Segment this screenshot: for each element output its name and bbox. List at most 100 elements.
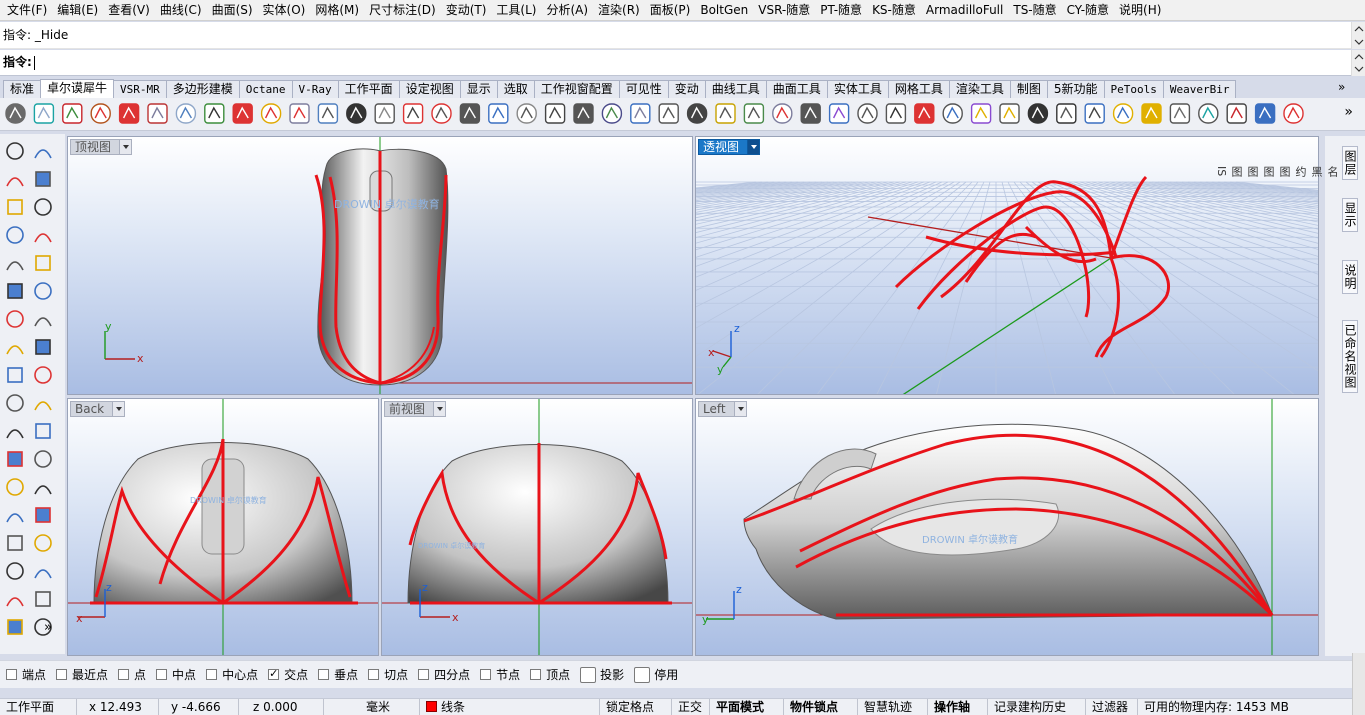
toolbar-tool-icon[interactable] [1283, 103, 1304, 124]
toolbar-tool-icon[interactable] [488, 103, 509, 124]
toolbar-tool-icon[interactable] [1254, 103, 1276, 124]
menu-item[interactable]: VSR-随意 [753, 0, 815, 21]
toolbar-tool-icon[interactable] [346, 103, 367, 124]
left-tool-icon[interactable] [34, 149, 52, 159]
left-tool-icon[interactable] [35, 591, 51, 607]
menu-item[interactable]: CY-随意 [1062, 0, 1114, 21]
toolbar-tool-icon[interactable] [5, 103, 26, 124]
toolbar-tool-icon[interactable] [431, 103, 452, 124]
osnap-option[interactable]: 四分点 [418, 666, 470, 683]
menu-item[interactable]: ArmadilloFull [921, 0, 1008, 21]
toolbar-tool-icon[interactable] [1027, 103, 1049, 124]
osnap-extra-option[interactable]: 投影 [580, 666, 624, 683]
toolbar-tool-icon[interactable] [885, 103, 907, 124]
menu-item[interactable]: 面板(P) [645, 0, 696, 21]
menu-item[interactable]: 工具(L) [491, 0, 541, 21]
command-input[interactable]: 指令: [0, 50, 1365, 76]
toolbar-tool-icon[interactable] [1141, 103, 1162, 124]
menu-item[interactable]: 曲线(C) [155, 0, 207, 21]
osnap-extra-checkbox[interactable] [580, 666, 597, 683]
status-filter[interactable]: 过滤器 [1086, 698, 1138, 715]
osnap-option[interactable]: 节点 [480, 666, 520, 683]
left-tool-icon[interactable] [6, 394, 24, 412]
menu-item[interactable]: 分析(A) [541, 0, 593, 21]
toolbar-tool-icon[interactable] [1084, 103, 1105, 124]
toolbar-tool-icon[interactable] [260, 103, 282, 124]
toolbar-tool-icon[interactable] [914, 103, 935, 124]
left-tool-icon[interactable] [34, 569, 52, 579]
osnap-option[interactable]: 端点 [6, 666, 46, 683]
left-tool-icon[interactable] [7, 619, 23, 635]
status-history[interactable]: 记录建构历史 [988, 698, 1086, 715]
osnap-option[interactable]: 中点 [156, 666, 196, 683]
toolbar-more-button[interactable]: » [1344, 104, 1353, 120]
toolbar-tool-icon[interactable] [147, 103, 168, 124]
toolbar-tab[interactable]: 5新功能 [1046, 80, 1105, 98]
toolbar-tool-icon[interactable] [857, 103, 878, 124]
toolbar-tab[interactable]: 标准 [3, 80, 42, 98]
left-tool-icon[interactable] [35, 171, 51, 187]
toolbar-tab[interactable]: 工作视窗配置 [533, 80, 620, 98]
toolbar-tool-icon[interactable] [516, 103, 537, 124]
toolbar-tool-icon[interactable] [999, 103, 1020, 124]
left-tool-icon[interactable] [6, 478, 24, 496]
osnap-checkbox[interactable] [6, 669, 17, 680]
window-scrollbar[interactable] [1352, 653, 1365, 715]
toolbar-tool-icon[interactable] [62, 103, 83, 124]
menu-item[interactable]: 网格(M) [310, 0, 364, 21]
osnap-checkbox[interactable] [206, 669, 218, 680]
status-grid-snap[interactable]: 锁定格点 [600, 698, 672, 715]
osnap-checkbox[interactable] [268, 667, 280, 680]
status-cplane[interactable]: 工作平面 [0, 698, 77, 715]
viewport-left-label[interactable]: Left [698, 401, 747, 417]
toolbar-tab[interactable]: 渲染工具 [948, 80, 1011, 98]
viewport-top[interactable]: DROWIN 卓尔谟教育 x y 顶视图 [67, 136, 693, 395]
left-tool-icon[interactable] [34, 198, 52, 216]
viewport-top-label[interactable]: 顶视图 [70, 139, 133, 155]
left-tool-icon[interactable] [6, 562, 24, 580]
toolbar-tool-icon[interactable] [800, 103, 821, 124]
left-tool-icon[interactable] [34, 282, 52, 300]
toolbar-tool-icon[interactable] [459, 103, 481, 124]
tabs-more-button[interactable]: » [1338, 80, 1361, 94]
left-tool-icon[interactable] [6, 597, 24, 607]
osnap-option[interactable]: 交点 [268, 666, 308, 683]
toolbar-tool-icon[interactable] [573, 103, 594, 124]
toolbar-tab[interactable]: 多边形建模 [165, 80, 240, 98]
left-tool-icon[interactable] [6, 345, 24, 355]
chevron-down-icon[interactable] [733, 402, 746, 416]
osnap-extra-checkbox[interactable] [634, 666, 651, 683]
menu-item[interactable]: TS-随意 [1008, 0, 1061, 21]
toolbar-tab[interactable]: V-Ray [291, 80, 339, 98]
toolbar-tab[interactable]: Octane [238, 80, 293, 98]
toolbar-tab[interactable]: 工作平面 [337, 80, 400, 98]
status-unit[interactable]: 毫米 [324, 698, 420, 715]
left-tool-icon[interactable] [34, 233, 52, 243]
status-gumball[interactable]: 操作轴 [928, 698, 988, 715]
menu-item[interactable]: 文件(F) [2, 0, 52, 21]
toolbar-tool-icon[interactable] [658, 103, 679, 124]
left-tool-icon[interactable] [6, 177, 24, 187]
left-tool-icon[interactable] [7, 367, 23, 383]
toolbar-icons[interactable] [0, 98, 1340, 131]
toolbar-tab[interactable]: 曲面工具 [765, 80, 828, 98]
left-tool-icon[interactable] [7, 535, 23, 551]
viewport-front-label[interactable]: 前视图 [384, 401, 447, 417]
status-smarttrack[interactable]: 智慧轨迹 [858, 698, 928, 715]
osnap-checkbox[interactable] [318, 669, 330, 680]
viewport-left[interactable]: DROWIN 卓尔谟教育 y z Left [695, 398, 1319, 656]
toolbar-tool-icon[interactable] [317, 103, 339, 124]
toolbar-tool-icon[interactable] [970, 103, 992, 124]
menu-item[interactable]: 变动(T) [441, 0, 492, 21]
menu-item[interactable]: KS-随意 [867, 0, 921, 21]
toolbar-tool-icon[interactable] [232, 103, 253, 124]
toolbar-tool-icon[interactable] [686, 103, 708, 124]
osnap-option[interactable]: 最近点 [56, 666, 108, 683]
osnap-checkbox[interactable] [530, 669, 542, 680]
toolbar-tab[interactable]: 曲线工具 [704, 80, 767, 98]
chevron-down-icon[interactable] [119, 140, 132, 154]
toolbar-tool-icon[interactable] [402, 103, 424, 124]
osnap-option[interactable]: 顶点 [530, 666, 570, 683]
toolbar-tool-icon[interactable] [1198, 103, 1219, 124]
toolbar-tool-icon[interactable] [204, 103, 225, 124]
